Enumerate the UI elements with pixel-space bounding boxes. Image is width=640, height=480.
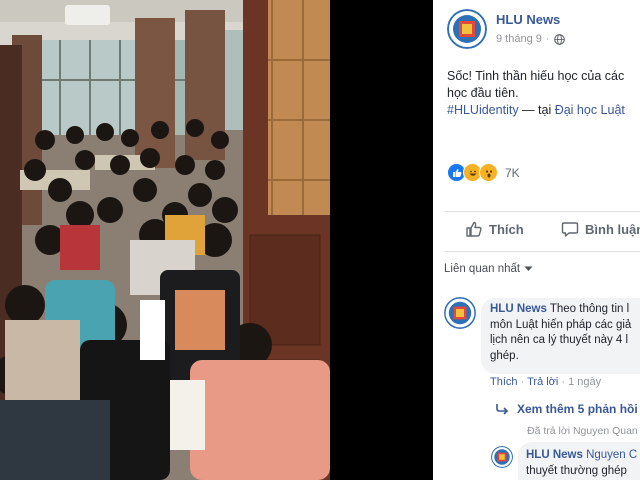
comment-time[interactable]: 1 ngày: [568, 376, 601, 388]
classroom-photo-illustration: [0, 0, 330, 480]
page-avatar[interactable]: [447, 9, 487, 49]
comment-like-link[interactable]: Thích: [490, 376, 518, 388]
hashtag-link[interactable]: #HLUidentity: [447, 103, 519, 117]
like-button[interactable]: Thích: [465, 220, 524, 238]
black-side-band: [330, 0, 433, 480]
at-text: — tại: [518, 103, 555, 117]
reply-arrow-icon: [496, 404, 509, 415]
globe-icon: [553, 33, 565, 45]
replied-note: Đã trả lời Nguyen Quan: [527, 425, 638, 437]
comment-sort-dropdown[interactable]: Liên quan nhất: [444, 263, 533, 275]
facebook-post-panel: HLU News 9 tháng 9 · Sốc! Tinh thần hiếu…: [433, 0, 640, 480]
comment-line-1-text: Theo thông tin l: [546, 303, 630, 315]
post-text: Sốc! Tinh thần hiếu học của các học đầu …: [447, 68, 640, 119]
caret-down-icon: [524, 266, 533, 271]
view-more-replies[interactable]: Xem thêm 5 phản hồi: [495, 402, 638, 416]
post-text-line-1: Sốc! Tinh thần hiếu học của các: [447, 69, 625, 83]
divider-top: [445, 211, 640, 212]
hlu-logo-icon: [447, 9, 487, 49]
comment-text: HLU News Theo thông tin l môn Luật hiến …: [490, 302, 631, 364]
comment-line-2: môn Luật hiến pháp các giả: [490, 318, 632, 331]
hlu-logo-icon: [444, 297, 476, 329]
divider-bottom: [445, 251, 640, 252]
page-name[interactable]: HLU News: [496, 12, 560, 27]
post-meta: 9 tháng 9 ·: [496, 33, 565, 45]
comment-button-label: Bình luận: [585, 221, 640, 237]
hlu-logo-icon: [491, 446, 513, 468]
post-date[interactable]: 9 tháng 9: [496, 33, 542, 45]
like-button-label: Thích: [489, 221, 524, 237]
comment-line-1: HLU News Theo thông tin l: [490, 302, 631, 318]
wow-reaction-icon: [479, 163, 498, 182]
post-text-line-2: học đầu tiên.: [447, 86, 519, 100]
classroom-photo[interactable]: [0, 0, 330, 480]
meta-separator: ·: [545, 33, 550, 45]
comment-button[interactable]: Bình luận: [561, 220, 640, 238]
reaction-count: 7K: [505, 165, 520, 180]
post-text-line-3: #HLUidentity — tại Đại học Luật: [447, 102, 640, 119]
reply-text: HLU News Nguyen C thuyết thường ghép: [526, 447, 637, 479]
comment-actions-separator: ·: [558, 376, 569, 388]
comment-icon: [561, 222, 579, 237]
reply-author[interactable]: HLU News: [526, 449, 583, 461]
comment-author[interactable]: HLU News: [490, 303, 547, 315]
reply-tagged-user[interactable]: Nguyen C: [583, 449, 637, 461]
comment-line-3: lịch nên ca lý thuyết này 4 l: [490, 334, 629, 346]
comment-actions-separator: ·: [517, 376, 528, 388]
thumbs-up-icon: [466, 221, 482, 237]
reaction-summary[interactable]: 7K: [447, 163, 520, 182]
reply-line-1: HLU News Nguyen C: [526, 447, 637, 463]
comment-line-4: ghép.: [490, 349, 519, 362]
comment-reply-link[interactable]: Trả lời: [527, 376, 558, 388]
reply-line-2: thuyết thường ghép: [526, 465, 627, 477]
view-more-replies-label: Xem thêm 5 phản hồi: [517, 402, 638, 416]
reply-avatar[interactable]: [491, 446, 513, 468]
place-link[interactable]: Đại học Luật: [555, 103, 625, 117]
comment-avatar[interactable]: [444, 297, 476, 329]
comment-actions: Thích · Trả lời · 1 ngày: [490, 376, 601, 388]
comment-sort-label: Liên quan nhất: [444, 263, 521, 275]
